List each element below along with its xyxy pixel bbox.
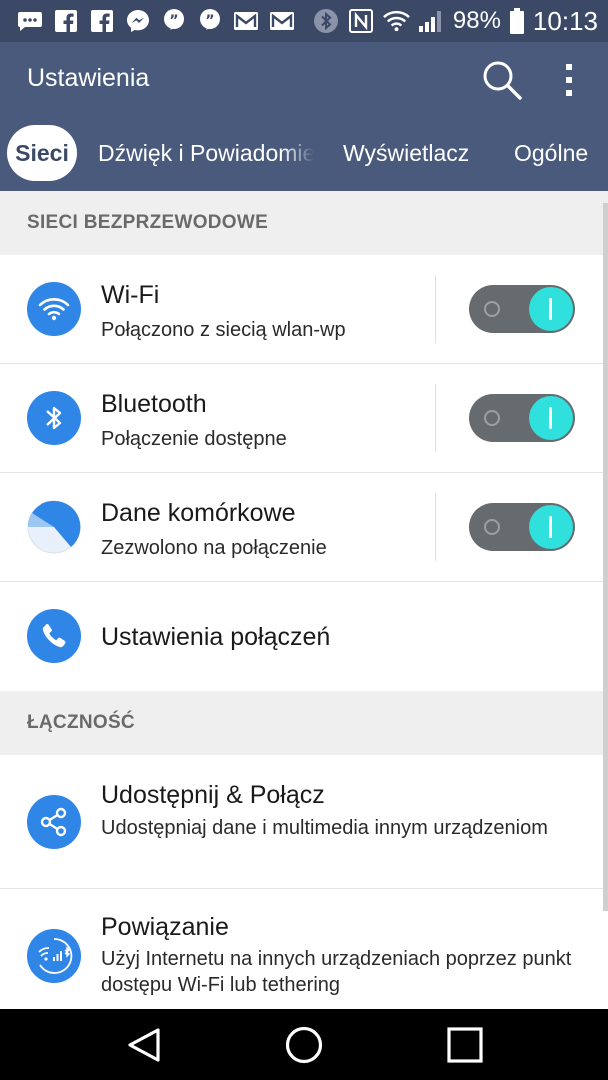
gmail-icon (232, 9, 259, 33)
toggle-off-mark (484, 519, 500, 535)
facebook-icon (52, 9, 79, 33)
mobile-data-icon (27, 500, 81, 554)
signal-strength-icon (418, 9, 445, 33)
svg-text:”: ” (205, 13, 214, 29)
nfc-icon (348, 9, 375, 33)
list-item-bluetooth[interactable]: Bluetooth Połączenie dostępne (0, 364, 608, 473)
overflow-menu-button[interactable] (552, 58, 588, 102)
divider (435, 493, 436, 561)
list-item-share-connect[interactable]: Udostępnij & Połącz Udostępniaj dane i m… (0, 755, 608, 889)
toggle-knob (529, 396, 573, 440)
messenger-icon (124, 9, 151, 33)
item-subtitle: Użyj Internetu na innych urządzeniach po… (101, 948, 572, 996)
item-subtitle: Udostępniaj dane i multimedia innym urzą… (101, 817, 548, 839)
list-item-mobile-data[interactable]: Dane komórkowe Zezwolono na połączenie (0, 473, 608, 582)
tab-display[interactable]: Wyświetlacz (343, 125, 469, 181)
gmail-icon (268, 9, 295, 33)
tab-bar: Sieci Dźwięk i Powiadomienia Wyświetlacz… (0, 125, 608, 181)
settings-list[interactable]: SIECI BEZPRZEWODOWE Wi-Fi Połączono z si… (0, 191, 608, 1009)
toggle-off-mark (484, 301, 500, 317)
list-item-call-settings[interactable]: Ustawienia połączeń (0, 582, 608, 691)
mobile-data-toggle[interactable] (469, 503, 575, 551)
back-button[interactable] (120, 1021, 168, 1069)
phone-icon (27, 609, 81, 663)
recents-button[interactable] (441, 1021, 489, 1069)
wifi-status-icon (382, 9, 410, 33)
item-title: Powiązanie (101, 913, 229, 941)
wifi-toggle[interactable] (469, 285, 575, 333)
facebook-icon (88, 9, 115, 33)
navigation-bar (0, 1009, 608, 1080)
home-icon (285, 1026, 323, 1064)
battery-icon (509, 8, 525, 34)
section-header-connectivity: ŁĄCZNOŚĆ (0, 691, 608, 755)
toggle-knob (529, 287, 573, 331)
app-header: Ustawienia Sieci Dźwięk i Powiadomienia … (0, 42, 608, 191)
item-title: Ustawienia połączeń (101, 623, 331, 651)
section-header-label: SIECI BEZPRZEWODOWE (27, 212, 269, 233)
divider (435, 384, 436, 452)
clock: 10:13 (532, 5, 598, 36)
toggle-off-mark (484, 410, 500, 426)
search-button[interactable] (480, 58, 524, 102)
back-icon (128, 1028, 160, 1062)
list-item-wifi[interactable]: Wi-Fi Połączono z siecią wlan-wp (0, 255, 608, 364)
tab-sound-notifications[interactable]: Dźwięk i Powiadomienia (98, 125, 314, 181)
system-status: 98% 10:13 (313, 4, 598, 38)
section-header-wireless: SIECI BEZPRZEWODOWE (0, 191, 608, 255)
bluetooth-toggle[interactable] (469, 394, 575, 442)
divider (435, 275, 436, 343)
more-vert-icon (566, 64, 572, 96)
tethering-icon (27, 929, 81, 983)
item-title: Udostępnij & Połącz (101, 781, 325, 809)
quote-bubble-icon: ” (196, 9, 223, 33)
section-header-label: ŁĄCZNOŚĆ (27, 712, 135, 733)
tab-general[interactable]: Ogólne (514, 125, 588, 181)
battery-percent: 98% (452, 7, 501, 34)
share-icon (27, 795, 81, 849)
status-bar: ” ” 98% 10:13 (0, 0, 608, 42)
search-icon (483, 61, 522, 100)
svg-text:”: ” (169, 13, 178, 29)
item-title: Dane komórkowe (101, 499, 296, 527)
sms-icon (16, 9, 43, 33)
bluetooth-icon (27, 391, 81, 445)
quote-bubble-icon: ” (160, 9, 187, 33)
wifi-icon (27, 282, 81, 336)
list-item-tethering[interactable]: Powiązanie Użyj Internetu na innych urzą… (0, 889, 608, 1009)
notification-icons: ” ” (16, 6, 295, 36)
tab-networks[interactable]: Sieci (7, 125, 77, 181)
bluetooth-status-icon (313, 9, 340, 33)
recents-icon (447, 1027, 483, 1063)
toggle-knob (529, 505, 573, 549)
page-title: Ustawienia (27, 64, 150, 92)
home-button[interactable] (280, 1021, 328, 1069)
item-title: Wi-Fi (101, 281, 160, 309)
item-title: Bluetooth (101, 390, 207, 418)
scrollbar[interactable] (603, 203, 608, 911)
